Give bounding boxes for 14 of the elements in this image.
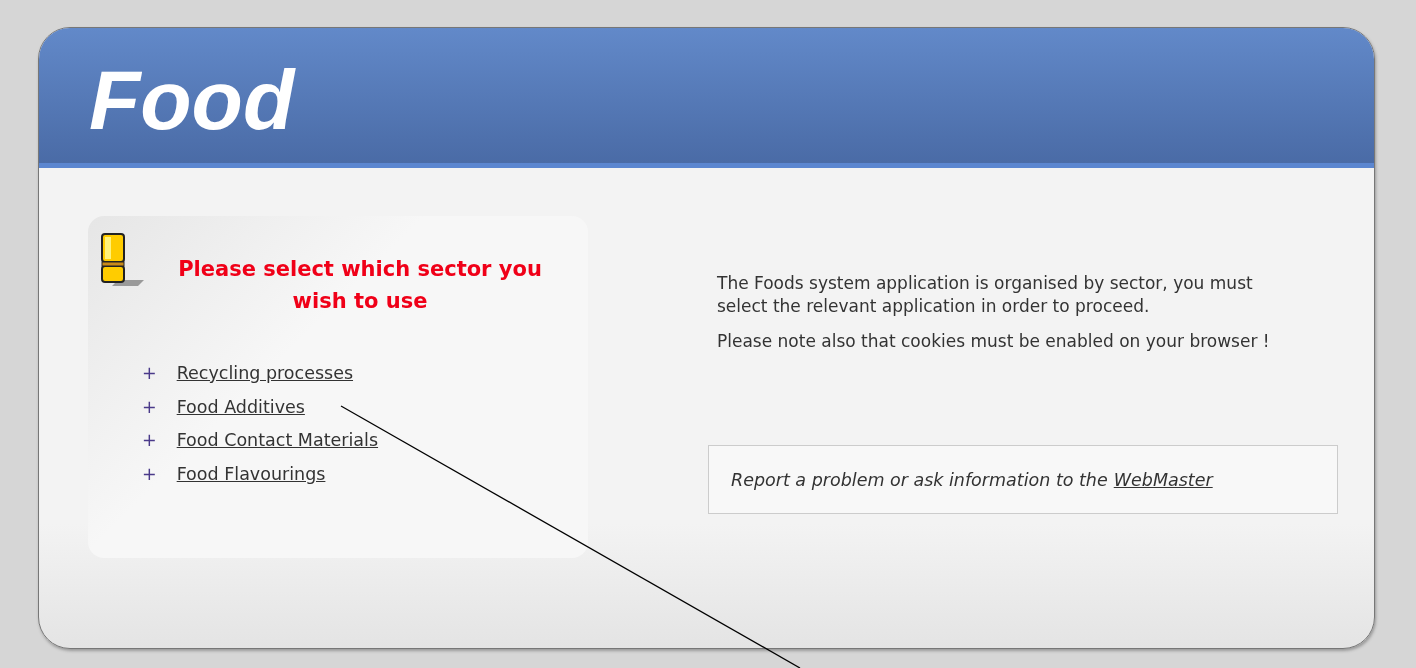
plus-bullet: + [142,395,157,419]
sector-link[interactable]: Recycling processes [176,357,354,391]
info-paragraph: The Foods system application is organised by sector, you must select the relevant application in order to proceed. [717,272,1254,318]
contact-text: Report a problem or ask information to the [731,469,1108,490]
sector-heading: Please select which sector you wish to use [177,256,543,315]
plus-bullet: + [142,429,157,452]
plus-bullet: + [142,362,157,385]
plus-bullet: + [142,462,157,486]
sector-link[interactable]: Food Additives [176,390,305,424]
sector-link[interactable]: Food Contact Materials [176,424,379,458]
webmaster-link[interactable]: WebMaster [1113,469,1213,490]
sector-link[interactable]: Food Flavourings [176,457,326,491]
info-paragraph: Please note also that cookies must be enabled on your browser ! [717,330,1271,353]
page-title: Food [89,53,295,147]
